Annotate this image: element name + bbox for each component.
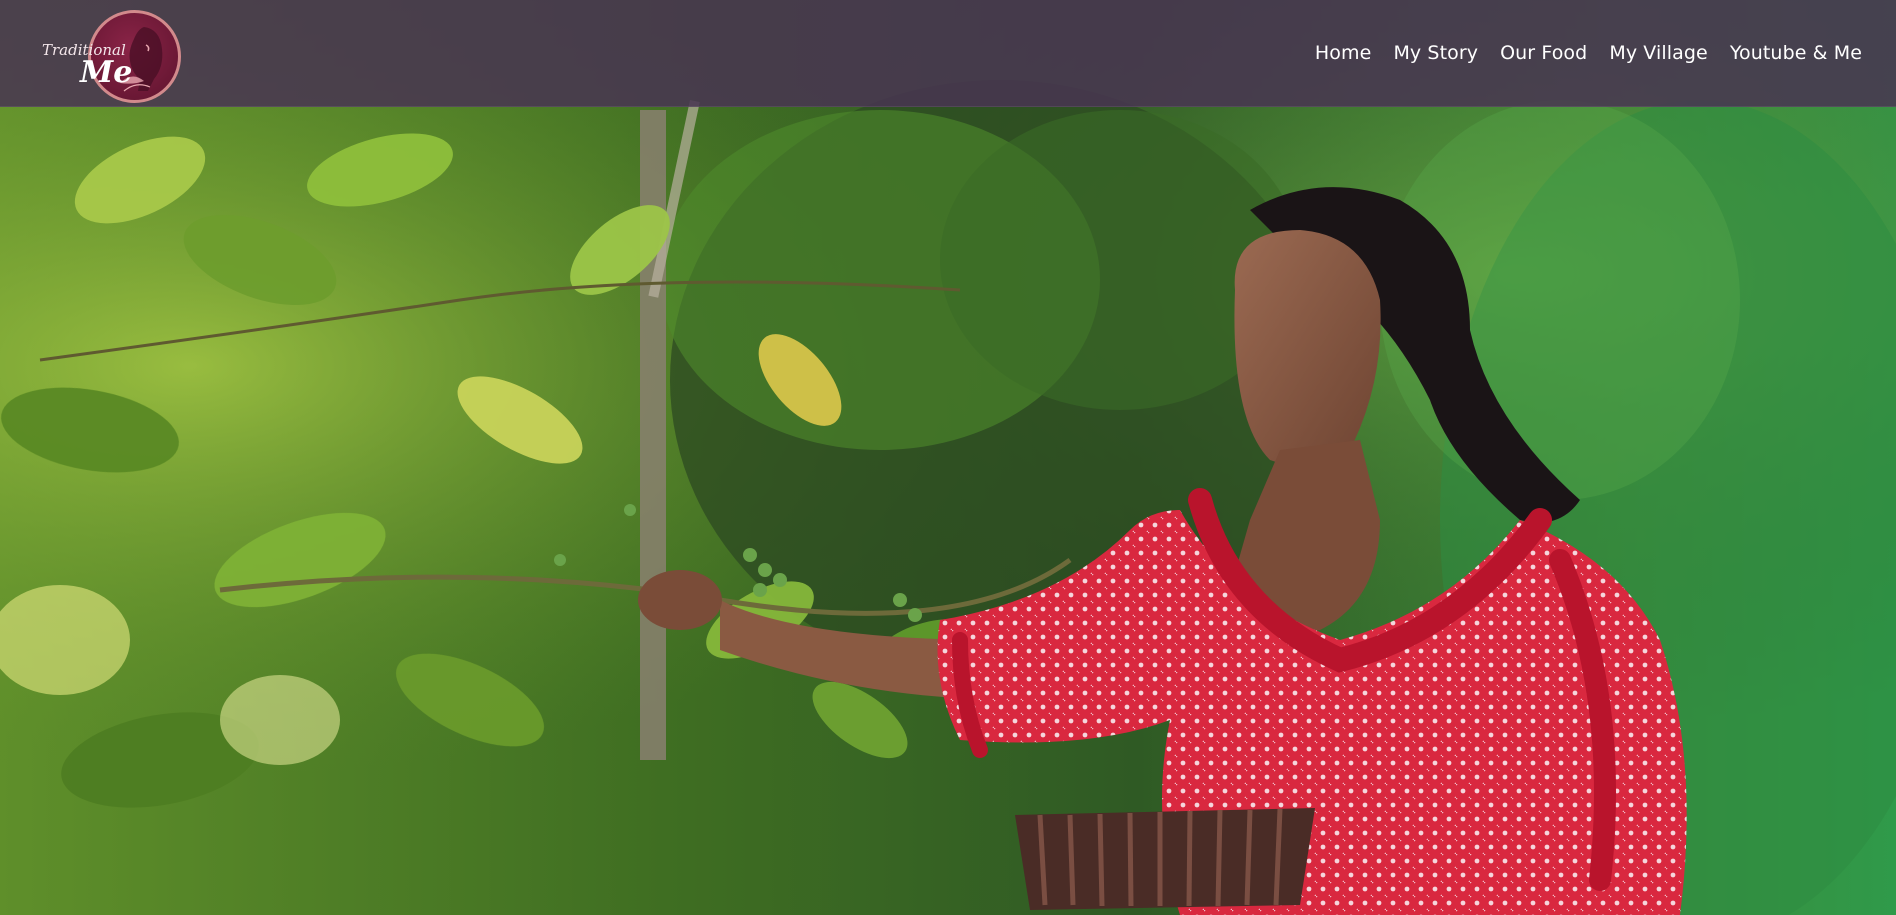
nav-item-my-village[interactable]: My Village xyxy=(1587,42,1708,64)
nav-item-my-story[interactable]: My Story xyxy=(1371,42,1478,64)
page: Traditional Me Home My Story Our Food My… xyxy=(0,0,1896,915)
nav-item-youtube-and-me[interactable]: Youtube & Me xyxy=(1708,42,1862,64)
main-navigation: Home My Story Our Food My Village Youtub… xyxy=(1293,42,1862,64)
hero-image xyxy=(0,0,1896,915)
nav-menu: Home My Story Our Food My Village Youtub… xyxy=(1293,42,1862,64)
logo-text-main: Me xyxy=(80,55,133,90)
nav-item-our-food[interactable]: Our Food xyxy=(1478,42,1587,64)
site-logo[interactable]: Traditional Me xyxy=(40,3,190,103)
site-header: Traditional Me Home My Story Our Food My… xyxy=(0,0,1896,107)
nav-item-home[interactable]: Home xyxy=(1293,42,1372,64)
